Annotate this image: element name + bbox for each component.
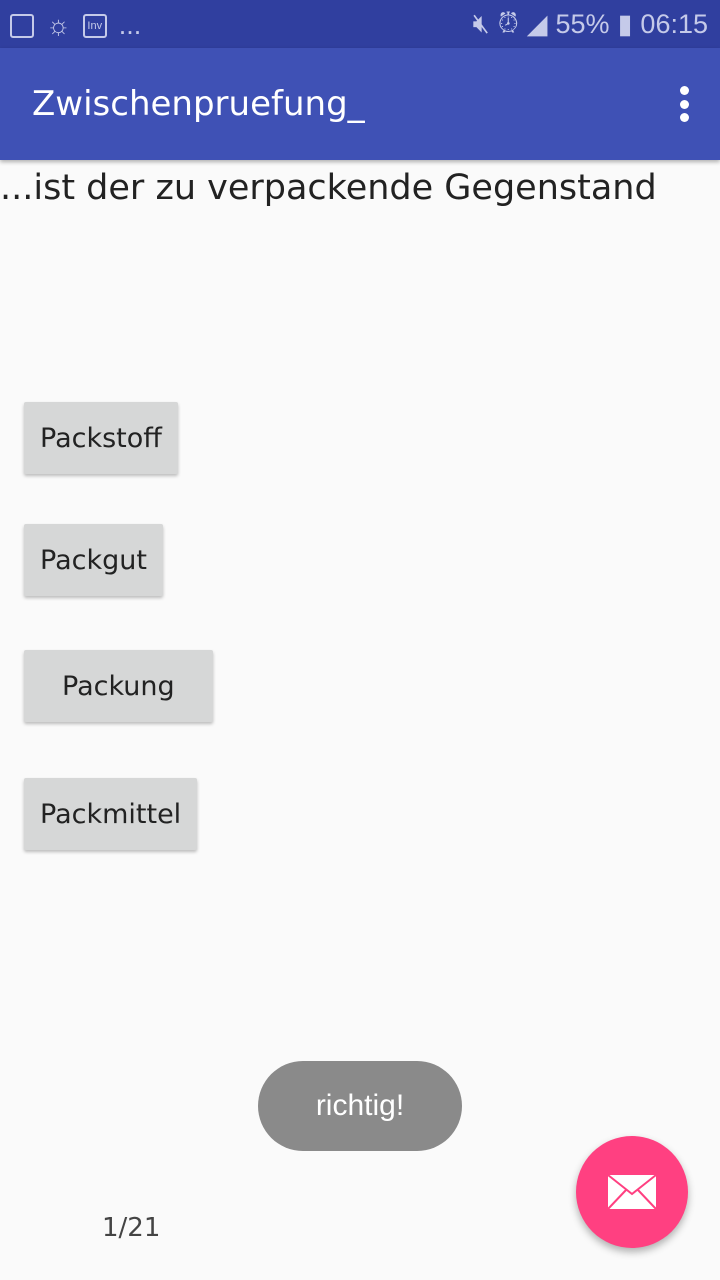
app-title: Zwischenpruefung_ (32, 84, 365, 124)
battery-icon: ▮ (617, 8, 633, 39)
more-notifications: ... (118, 10, 142, 40)
answer-button-packung[interactable]: Packung (24, 650, 213, 722)
weather-icon: ☼ (46, 10, 71, 40)
answer-button-packgut[interactable]: Packgut (24, 524, 163, 596)
status-bar: ☼ Inv ... 🔇︎ ⏰︎ ◢ 55% ▮ 06:15 (0, 0, 720, 48)
answer-button-packmittel[interactable]: Packmittel (24, 778, 198, 850)
battery-percent: 55% (555, 8, 610, 39)
clock: 06:15 (640, 8, 708, 39)
question-counter: 1/21 (102, 1213, 161, 1243)
mute-icon: 🔇︎ (472, 8, 490, 38)
inv-app-icon: Inv (82, 13, 107, 38)
app-bar: Zwischenpruefung_ (0, 48, 720, 160)
question-text: ...ist der zu verpackende Gegenstand (0, 168, 657, 208)
envelope-icon (607, 1174, 657, 1210)
email-fab-button[interactable] (576, 1136, 688, 1248)
alarm-icon: ⏰︎ (497, 8, 519, 38)
signal-icon: ◢ (526, 8, 548, 39)
gallery-icon (10, 13, 34, 38)
toast-message: richtig! (258, 1061, 462, 1151)
overflow-menu-icon[interactable] (678, 86, 690, 122)
answer-button-packstoff[interactable]: Packstoff (24, 402, 178, 474)
